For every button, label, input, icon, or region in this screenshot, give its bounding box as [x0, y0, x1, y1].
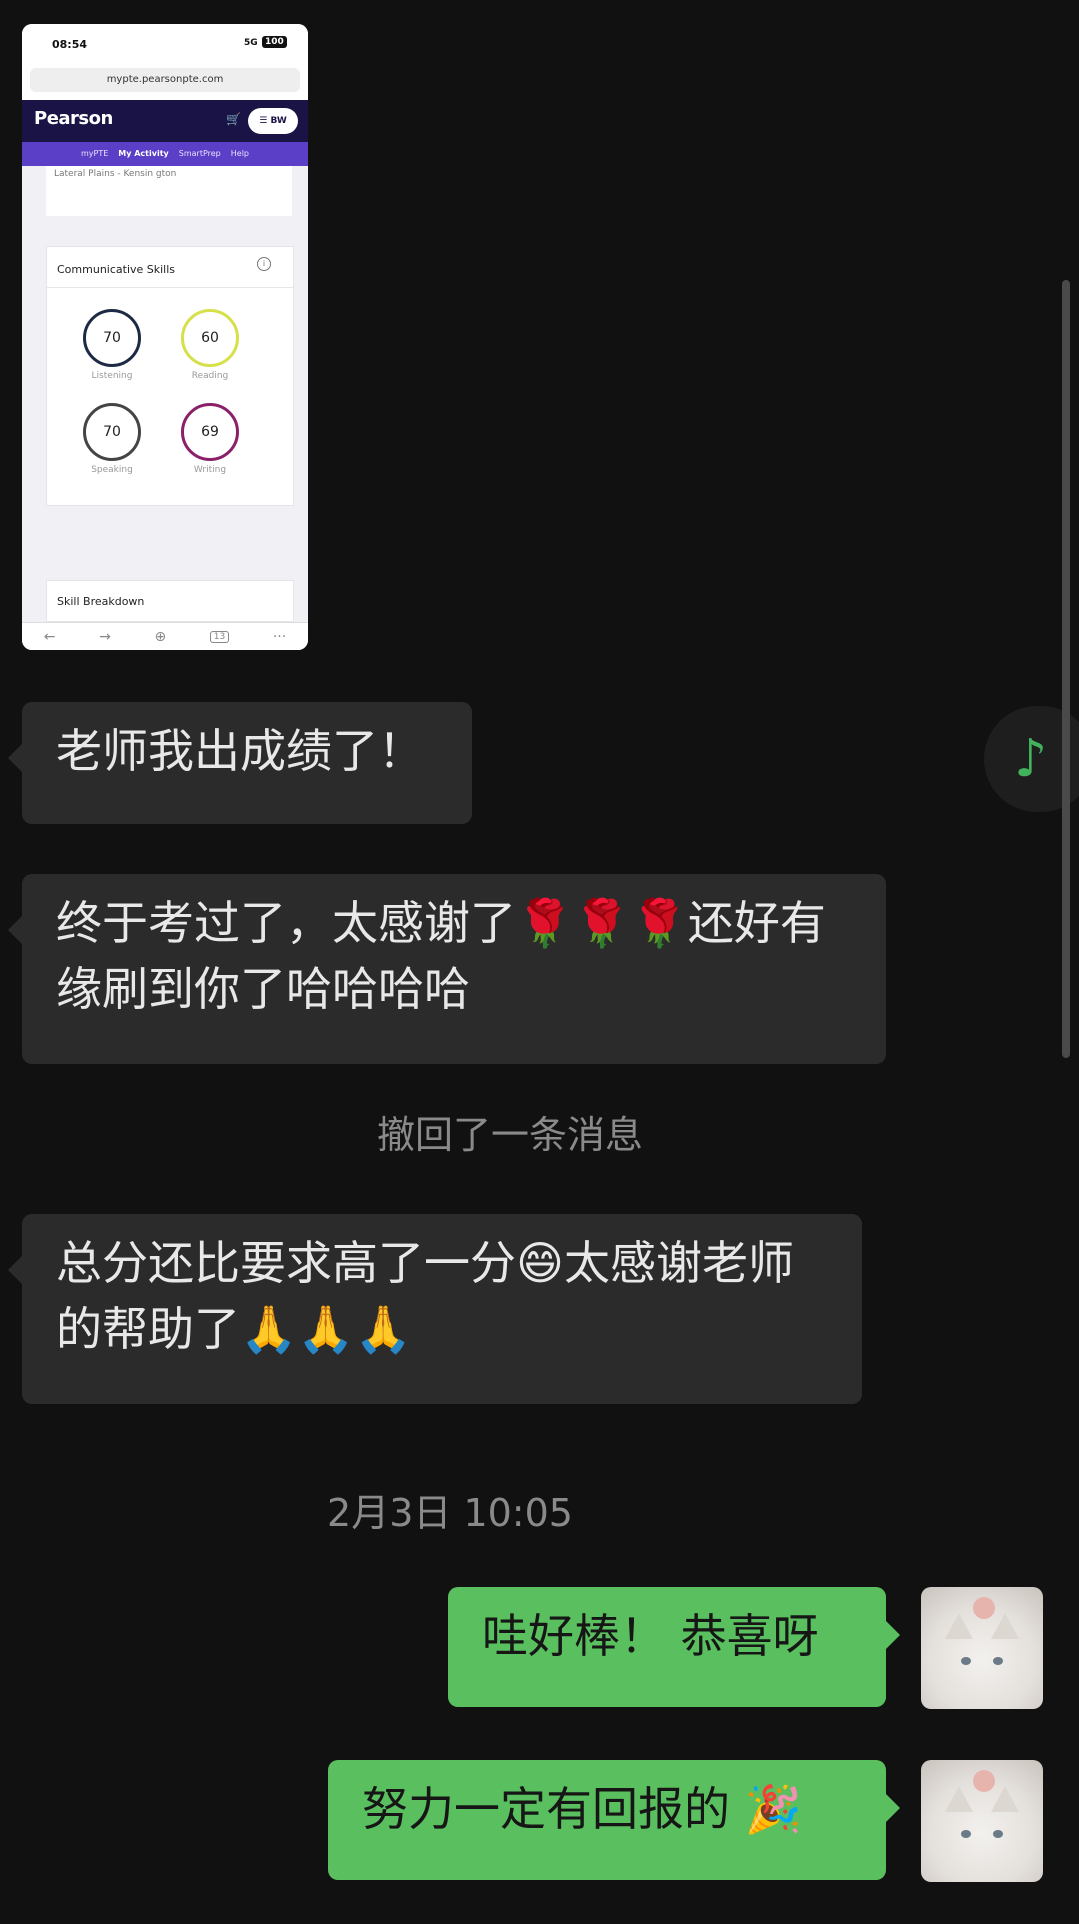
pearson-logo: Pearson [34, 108, 113, 129]
cat-ear [945, 1786, 973, 1812]
cat-eye [993, 1830, 1003, 1838]
thumb-user-menu: ☰ BW [248, 108, 298, 134]
listening-label: Listening [91, 371, 133, 381]
writing-label: Writing [193, 465, 227, 475]
message-text: 哇好棒！ 恭喜呀 [482, 1609, 819, 1663]
message-text: 总分还比要求高了一分😄太感谢老师的帮助了🙏🙏🙏 [56, 1236, 794, 1356]
incoming-message[interactable]: 总分还比要求高了一分😄太感谢老师的帮助了🙏🙏🙏 [8, 1214, 862, 1404]
user-initials: BW [270, 116, 287, 126]
forward-arrow-icon: → [99, 629, 111, 645]
scrollbar[interactable] [1062, 280, 1070, 1058]
thumb-signal: 5G [244, 38, 258, 48]
cat-eye [993, 1657, 1003, 1665]
thumb-battery: 100 [262, 36, 287, 48]
cat-ear [991, 1613, 1019, 1639]
cat-hat [973, 1770, 995, 1792]
speaking-score-circle: 70 [83, 403, 141, 461]
music-note-icon: ♪ [1014, 729, 1048, 789]
recalled-message-notice: 撤回了一条消息 [376, 1113, 643, 1157]
card-title: Communicative Skills [57, 263, 176, 276]
back-arrow-icon: ← [43, 629, 56, 645]
thumb-nav-item: myPTE [80, 149, 109, 158]
plus-icon: ⊕ [154, 629, 167, 645]
writing-score-circle: 69 [181, 403, 239, 461]
card2-title: Skill Breakdown [57, 595, 145, 608]
thumb-nav-item-active: My Activity [118, 149, 169, 158]
message-text: 努力一定有回报的 🎉 [362, 1782, 802, 1836]
thumb-time: 08:54 [52, 38, 88, 51]
outgoing-message[interactable]: 努力一定有回报的 🎉 [328, 1760, 900, 1880]
cat-ear [991, 1786, 1019, 1812]
avatar[interactable] [921, 1760, 1043, 1882]
incoming-message[interactable]: 终于考过了，太感谢了🌹🌹🌹还好有缘刷到你了哈哈哈哈 [8, 874, 886, 1064]
reading-label: Reading [191, 371, 229, 381]
cat-eye [961, 1657, 971, 1665]
avatar[interactable] [921, 1587, 1043, 1709]
more-icon: ··· [272, 629, 287, 645]
card-divider [47, 287, 293, 288]
thumb-header: Pearson 🛒 ☰ BW [22, 100, 308, 142]
thumb-browser-toolbar: ← → ⊕ 13 ··· [22, 622, 308, 650]
communicative-skills-card: Communicative Skills i 70 Listening 60 R… [46, 246, 294, 506]
shared-screenshot-thumbnail[interactable]: 08:54 5G 100 mypte.pearsonpte.com Pearso… [22, 24, 308, 650]
outgoing-message[interactable]: 哇好棒！ 恭喜呀 [448, 1587, 900, 1707]
speaking-label: Speaking [91, 465, 133, 475]
cat-hat [973, 1597, 995, 1619]
thumb-url-bar: mypte.pearsonpte.com [30, 68, 300, 92]
message-text: 老师我出成绩了！ [56, 724, 424, 778]
thumb-nav-item: SmartPrep [178, 149, 221, 158]
timestamp: 2月3日 10:05 [327, 1491, 573, 1535]
thumb-nav-item: Help [230, 149, 249, 158]
message-text: 终于考过了，太感谢了🌹🌹🌹还好有缘刷到你了哈哈哈哈 [56, 896, 826, 1016]
cat-ear [945, 1613, 973, 1639]
cat-eye [961, 1830, 971, 1838]
info-icon: i [257, 257, 271, 271]
thumb-status-bar: 08:54 5G 100 [22, 24, 308, 64]
thumb-body: Lateral Plains - Kensin gton Communicati… [22, 166, 308, 622]
skill-breakdown-card: Skill Breakdown [46, 580, 294, 622]
thumb-nav: myPTE My Activity SmartPrep Help [22, 142, 308, 166]
thumb-location-fragment: Lateral Plains - Kensin gton [46, 166, 292, 216]
reading-score-circle: 60 [181, 309, 239, 367]
incoming-message[interactable]: 老师我出成绩了！ [8, 702, 472, 824]
listening-score-circle: 70 [83, 309, 141, 367]
tabs-count-icon: 13 [209, 631, 230, 643]
cart-icon: 🛒 [226, 112, 241, 126]
